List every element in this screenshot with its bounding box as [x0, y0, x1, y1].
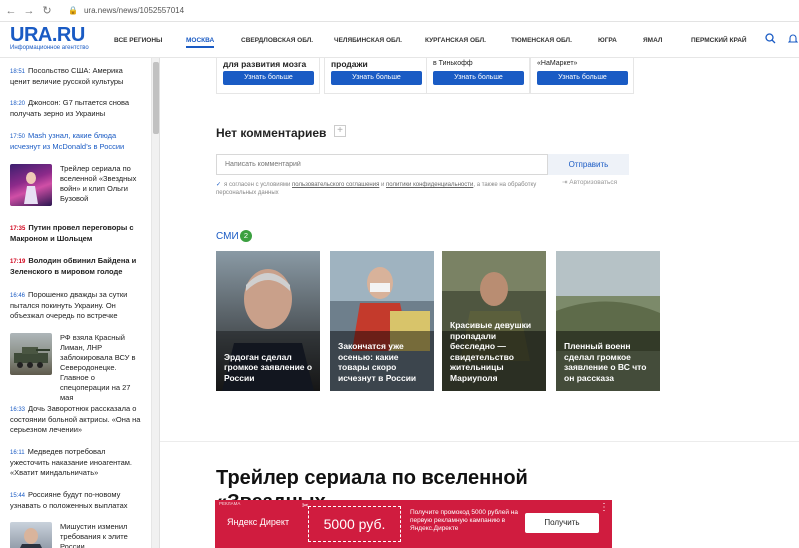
- smi-card[interactable]: Закончатся уже осенью: какие товары скор…: [330, 251, 434, 391]
- news-item[interactable]: 15:44 Россияне будут по-новому узнавать о…: [10, 490, 142, 511]
- nav-moscow[interactable]: МОСКВА: [186, 37, 215, 48]
- send-button[interactable]: Отправить: [548, 154, 629, 175]
- privacy-link[interactable]: политики конфиденциальности: [386, 182, 473, 188]
- ad-brand: Яндекс Директ: [227, 517, 290, 527]
- nav-all-regions[interactable]: ВСЕ РЕГИОНЫ: [114, 37, 162, 44]
- more-options-icon[interactable]: ⋮: [599, 502, 609, 513]
- search-icon[interactable]: [765, 33, 776, 47]
- promo-card: в Тинькофф Узнать больше: [426, 58, 530, 94]
- nav-tyumen[interactable]: ТЮМЕНСКАЯ ОБЛ.: [511, 37, 572, 44]
- smi-count-badge: 2: [240, 230, 252, 242]
- forward-arrow-icon[interactable]: →: [22, 4, 36, 18]
- promo-card: «НаМаркет» Узнать больше: [530, 58, 634, 94]
- news-item[interactable]: 17:19 Володин обвинил Байдена и Зеленског…: [10, 256, 142, 277]
- bell-icon[interactable]: [787, 33, 799, 47]
- thumbnail-image: [10, 164, 52, 206]
- ad-coupon: 5000 руб.: [308, 506, 401, 542]
- login-link[interactable]: ⇥ Авторизоваться: [562, 178, 617, 186]
- reload-icon[interactable]: ↻: [40, 4, 54, 18]
- news-item[interactable]: 17:35 Путин провел переговоры с Макроном …: [10, 223, 142, 244]
- comment-input[interactable]: [216, 154, 548, 175]
- address-bar[interactable]: ura.news/news/1052557014: [84, 6, 184, 15]
- news-feed-sidebar: 18:51 Посольство США: Америка ценит велич…: [0, 58, 152, 548]
- promo-card: для развития мозга Узнать больше: [216, 58, 320, 94]
- news-item-with-image[interactable]: РФ взяла Красный Лиман, ЛНР заблокировал…: [10, 333, 142, 402]
- thumbnail-image: [10, 333, 52, 375]
- sidebar-scrollbar[interactable]: [152, 58, 160, 548]
- news-item[interactable]: 16:46 Порошенко дважды за сутки пытался п…: [10, 290, 142, 321]
- learn-more-button[interactable]: Узнать больше: [433, 71, 524, 85]
- ad-banner[interactable]: РЕКЛАМА Яндекс Директ ✂ 5000 руб. Получи…: [215, 500, 612, 548]
- learn-more-button[interactable]: Узнать больше: [331, 71, 422, 85]
- plus-icon[interactable]: +: [334, 125, 346, 137]
- nav-perm[interactable]: ПЕРМСКИЙ КРАЙ: [691, 37, 747, 44]
- nav-yamal[interactable]: ЯМАЛ: [643, 37, 662, 44]
- news-item-with-image[interactable]: Трейлер сериала по вселенной «Звездных в…: [10, 164, 142, 210]
- smi-card[interactable]: Красивые девушки пропадали бесследно — с…: [442, 251, 546, 391]
- main-content: для развития мозга Узнать больше продажи…: [160, 58, 799, 548]
- nav-chelyabinsk[interactable]: ЧЕЛЯБИНСКАЯ ОБЛ.: [334, 37, 402, 44]
- ad-label: РЕКЛАМА: [219, 501, 241, 506]
- nav-sverdlovsk[interactable]: СВЕРДЛОВСКАЯ ОБЛ.: [241, 37, 313, 44]
- learn-more-button[interactable]: Узнать больше: [223, 71, 314, 85]
- nav-yugra[interactable]: ЮГРА: [598, 37, 617, 44]
- back-arrow-icon[interactable]: ←: [4, 4, 18, 18]
- learn-more-button[interactable]: Узнать больше: [537, 71, 628, 85]
- news-item-with-image[interactable]: Мишустин изменил требования к элите Росс…: [10, 522, 142, 548]
- smi-card[interactable]: Пленный военн сделал громкое заявление о…: [556, 251, 660, 391]
- news-item[interactable]: 17:50 Mash узнал, какие блюда исчезнут из…: [10, 131, 142, 152]
- news-item[interactable]: 16:11 Медведев потребовал ужесточить нака…: [10, 447, 142, 478]
- thumbnail-image: [10, 522, 52, 548]
- lock-icon[interactable]: 🔒: [68, 6, 78, 15]
- news-item[interactable]: 18:20 Джонсон: G7 пытается снова получать…: [10, 98, 142, 119]
- smi-title[interactable]: СМИ: [216, 231, 239, 242]
- terms-link[interactable]: пользовательского соглашения: [292, 182, 379, 188]
- smi-card[interactable]: Эрдоган сделал громкое заявление о Росси…: [216, 251, 320, 391]
- nav-kurgan[interactable]: КУРГАНСКАЯ ОБЛ.: [425, 37, 486, 44]
- promo-card: продажи Узнать больше: [324, 58, 428, 94]
- browser-toolbar: ← → ↻ 🔒 ura.news/news/1052557014: [0, 0, 799, 22]
- comments-title: Нет комментариев: [216, 126, 327, 140]
- logo[interactable]: URA.RU Информационное агентство: [10, 25, 100, 52]
- scrollbar-thumb[interactable]: [153, 62, 159, 134]
- news-item[interactable]: 18:51 Посольство США: Америка ценит велич…: [10, 66, 142, 87]
- ad-get-button[interactable]: Получить: [525, 513, 599, 533]
- section-divider: [160, 441, 799, 442]
- consent-text: ✓ я согласен с условиями пользовательског…: [216, 182, 537, 196]
- news-item[interactable]: 16:33 Дочь Заворотнюк рассказала о состоя…: [10, 404, 142, 435]
- site-header: URA.RU Информационное агентство ВСЕ РЕГИ…: [0, 22, 799, 58]
- checkbox-check-icon[interactable]: ✓: [216, 182, 221, 188]
- ad-text: Получите промокод 5000 рублей на первую …: [410, 509, 518, 532]
